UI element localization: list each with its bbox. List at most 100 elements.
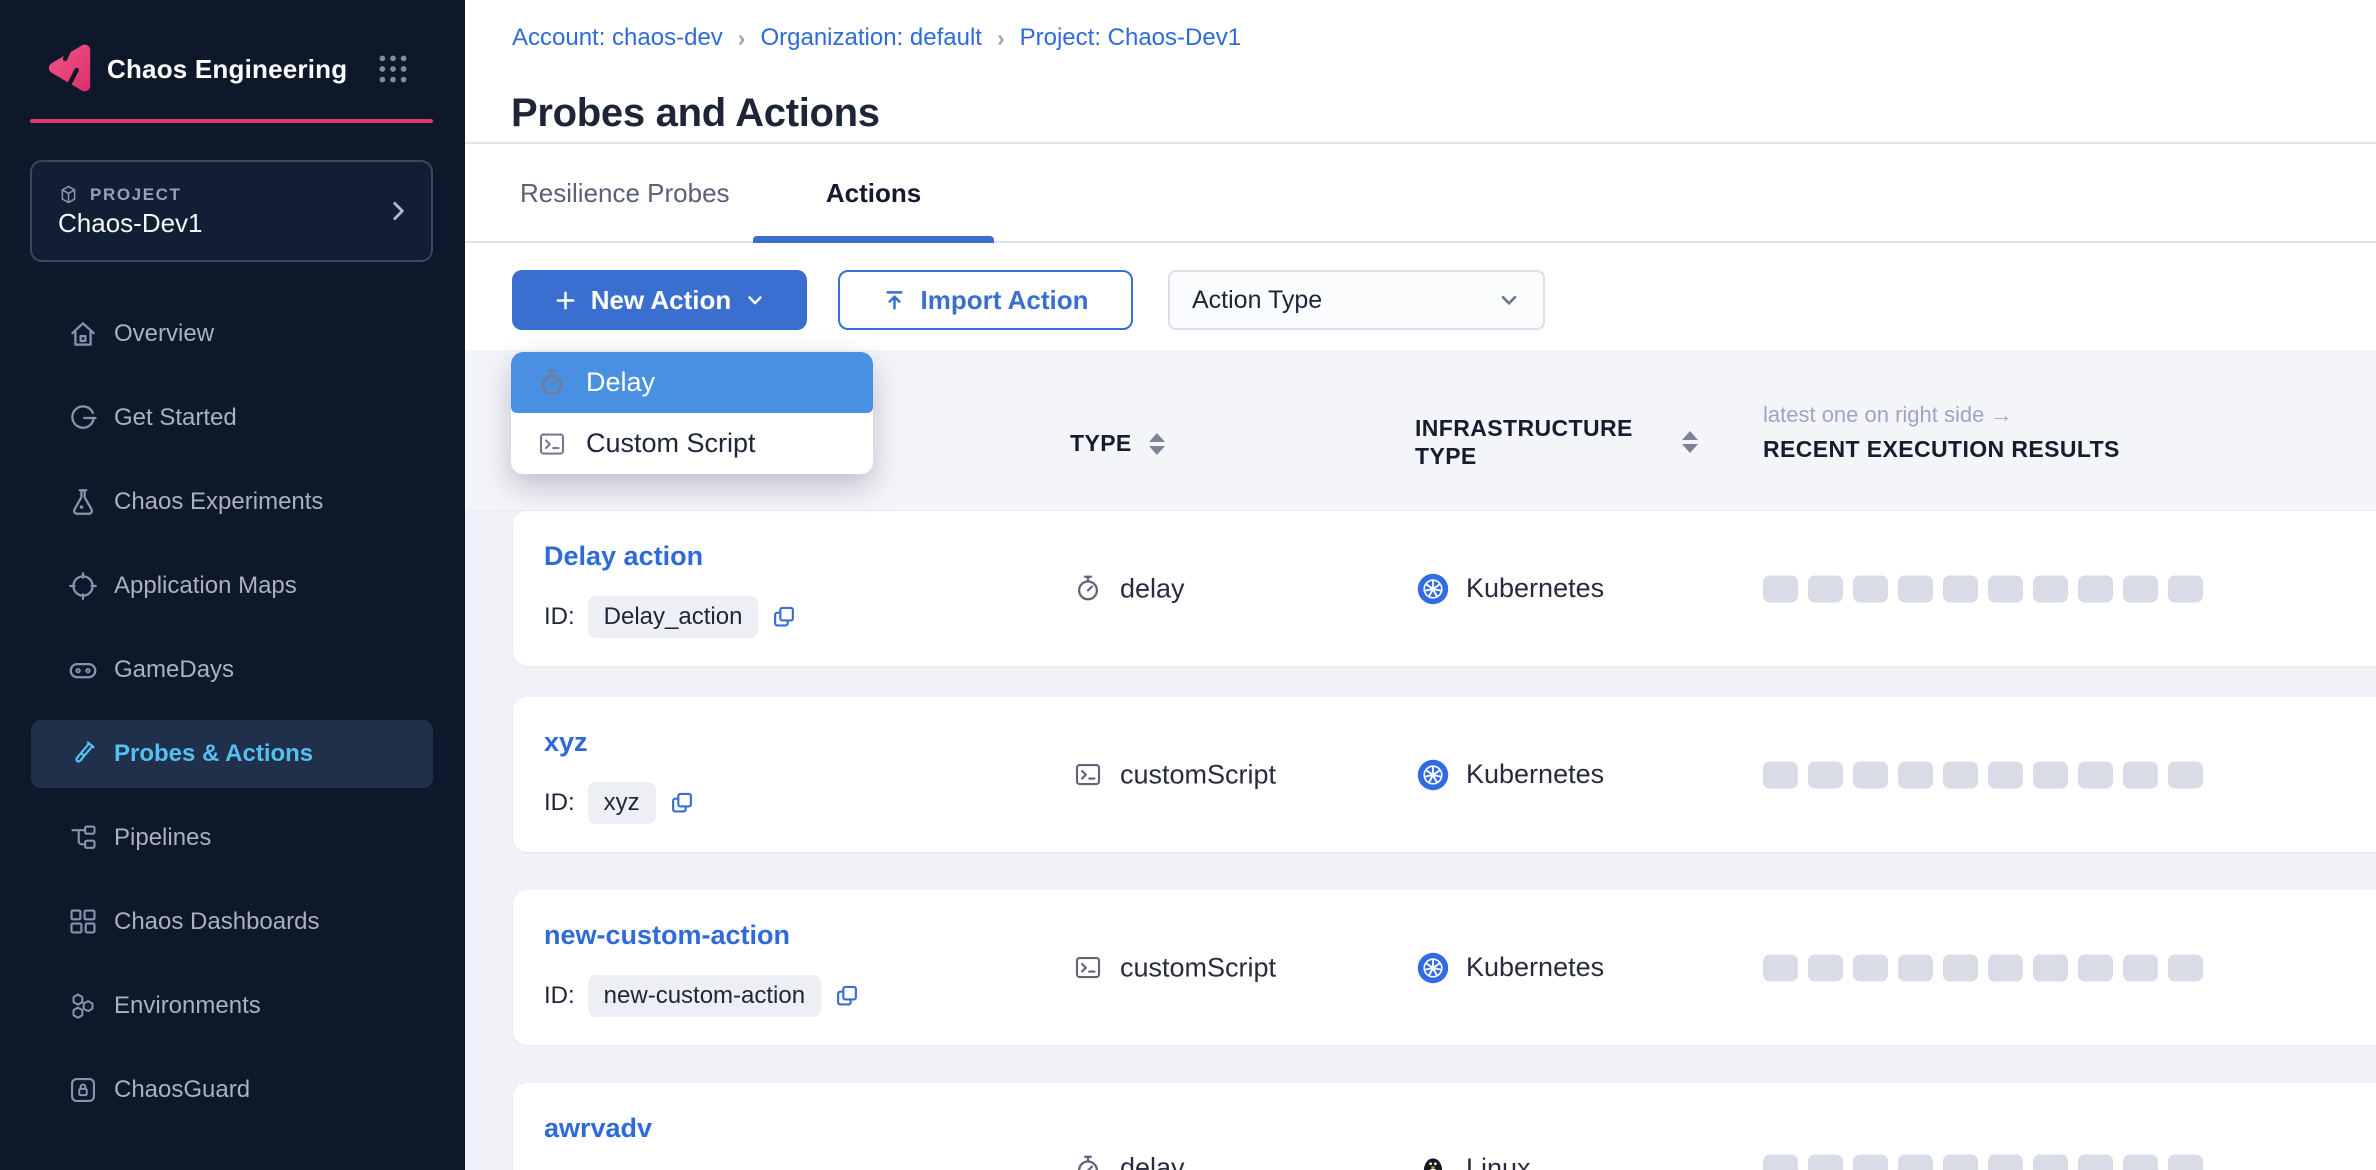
action-id-value: new-custom-action bbox=[588, 975, 821, 1017]
sidebar-item-chaos-experiments[interactable]: Chaos Experiments bbox=[31, 468, 433, 536]
execution-result-placeholder bbox=[2123, 575, 2158, 602]
sidebar-item-label: Application Maps bbox=[114, 572, 297, 600]
copy-icon[interactable] bbox=[669, 790, 695, 816]
new-action-button[interactable]: New Action bbox=[512, 270, 807, 330]
flask-icon bbox=[67, 486, 99, 518]
cube-icon bbox=[58, 184, 79, 205]
breadcrumb: Account: chaos-dev › Organization: defau… bbox=[512, 24, 1241, 52]
action-type-value: customScript bbox=[1120, 759, 1276, 790]
menu-item-delay[interactable]: Delay bbox=[511, 352, 873, 413]
action-type-filter[interactable]: Action Type bbox=[1168, 270, 1545, 330]
execution-result-placeholder bbox=[2168, 1155, 2203, 1170]
sidebar: Chaos Engineering PROJECT Chaos-Dev1 Ove… bbox=[0, 0, 465, 1170]
recent-execution-results bbox=[1763, 761, 2203, 788]
breadcrumb-account-link[interactable]: Account: chaos-dev bbox=[512, 24, 723, 52]
brand-accent-line bbox=[30, 119, 433, 123]
execution-result-placeholder bbox=[1763, 954, 1798, 981]
sort-icon[interactable] bbox=[1682, 431, 1698, 453]
sidebar-item-overview[interactable]: Overview bbox=[31, 300, 433, 368]
execution-result-placeholder bbox=[1898, 575, 1933, 602]
breadcrumb-organization-link[interactable]: Organization: default bbox=[760, 24, 981, 52]
stopwatch-icon bbox=[537, 368, 567, 398]
execution-result-placeholder bbox=[2168, 761, 2203, 788]
app-window: Chaos Engineering PROJECT Chaos-Dev1 Ove… bbox=[0, 0, 2376, 1170]
copy-icon[interactable] bbox=[771, 604, 797, 630]
table-row: Delay action ID: Delay_action delay bbox=[513, 511, 2376, 666]
breadcrumb-separator: › bbox=[738, 25, 746, 52]
new-action-label: New Action bbox=[591, 285, 732, 316]
sidebar-item-application-maps[interactable]: Application Maps bbox=[31, 552, 433, 620]
execution-result-placeholder bbox=[1853, 1155, 1888, 1170]
sidebar-item-label: Chaos Dashboards bbox=[114, 908, 319, 936]
action-type-value: customScript bbox=[1120, 952, 1276, 983]
type-icon-slot bbox=[1073, 953, 1103, 983]
dashboard-grid-icon bbox=[67, 906, 99, 938]
recent-execution-results bbox=[1763, 1155, 2203, 1170]
tab-resilience-probes[interactable]: Resilience Probes bbox=[520, 178, 730, 209]
action-type-filter-value: Action Type bbox=[1192, 286, 1497, 315]
sidebar-item-label: Overview bbox=[114, 320, 214, 348]
sidebar-item-chaos-dashboards[interactable]: Chaos Dashboards bbox=[31, 888, 433, 956]
table-row: xyz ID: xyz customScript Kubernete bbox=[513, 697, 2376, 852]
execution-result-placeholder bbox=[1853, 954, 1888, 981]
action-name-link[interactable]: xyz bbox=[544, 727, 588, 758]
import-action-button[interactable]: Import Action bbox=[838, 270, 1133, 330]
recent-execution-results bbox=[1763, 954, 2203, 981]
action-id-value: Delay_action bbox=[588, 596, 759, 638]
sidebar-item-probes-actions[interactable]: Probes & Actions bbox=[31, 720, 433, 788]
column-header-type: TYPE bbox=[1070, 430, 1165, 457]
execution-result-placeholder bbox=[2168, 954, 2203, 981]
execution-result-placeholder bbox=[2033, 761, 2068, 788]
type-icon-slot bbox=[1073, 760, 1103, 790]
execution-result-placeholder bbox=[2123, 1155, 2158, 1170]
execution-result-placeholder bbox=[1763, 1155, 1798, 1170]
sidebar-item-gamedays[interactable]: GameDays bbox=[31, 636, 433, 704]
chevron-down-icon bbox=[744, 289, 766, 311]
menu-item-label: Delay bbox=[586, 367, 655, 398]
target-icon bbox=[67, 570, 99, 602]
table-row: awrvadv ID: delay Linux bbox=[513, 1083, 2376, 1170]
copy-icon[interactable] bbox=[834, 983, 860, 1009]
sidebar-item-chaosguard[interactable]: ChaosGuard bbox=[31, 1056, 433, 1124]
execution-result-placeholder bbox=[1988, 761, 2023, 788]
module-grid-icon[interactable] bbox=[376, 52, 410, 86]
execution-result-placeholder bbox=[2078, 761, 2113, 788]
action-name-link[interactable]: new-custom-action bbox=[544, 920, 790, 951]
breadcrumb-separator: › bbox=[997, 25, 1005, 52]
terminal-icon bbox=[537, 429, 567, 459]
sidebar-item-label: Chaos Experiments bbox=[114, 488, 323, 516]
column-header-infrastructure-label: INFRASTRUCTURE TYPE bbox=[1415, 414, 1665, 470]
sidebar-item-label: ChaosGuard bbox=[114, 1076, 250, 1104]
tab-actions[interactable]: Actions bbox=[753, 178, 994, 209]
sidebar-item-label: GameDays bbox=[114, 656, 234, 684]
sidebar-item-get-started[interactable]: Get Started bbox=[31, 384, 433, 452]
sort-icon[interactable] bbox=[1149, 433, 1165, 455]
infrastructure-type-value: Kubernetes bbox=[1466, 573, 1604, 604]
infrastructure-type-value: Kubernetes bbox=[1466, 952, 1604, 983]
action-name-link[interactable]: Delay action bbox=[544, 541, 703, 572]
execution-result-placeholder bbox=[1898, 954, 1933, 981]
chevron-right-icon bbox=[385, 198, 411, 224]
sidebar-item-pipelines[interactable]: Pipelines bbox=[31, 804, 433, 872]
action-name-link[interactable]: awrvadv bbox=[544, 1113, 652, 1144]
execution-result-placeholder bbox=[1898, 761, 1933, 788]
execution-result-placeholder bbox=[1763, 575, 1798, 602]
action-id-value: xyz bbox=[588, 782, 656, 824]
execution-result-placeholder bbox=[2033, 954, 2068, 981]
gamepad-icon bbox=[67, 654, 99, 686]
menu-item-custom-script[interactable]: Custom Script bbox=[511, 413, 873, 474]
execution-result-placeholder bbox=[2078, 954, 2113, 981]
sidebar-item-environments[interactable]: Environments bbox=[31, 972, 433, 1040]
execution-result-placeholder bbox=[1943, 761, 1978, 788]
app-title: Chaos Engineering bbox=[107, 54, 347, 85]
infra-icon-slot bbox=[1417, 759, 1449, 791]
breadcrumb-project-link[interactable]: Project: Chaos-Dev1 bbox=[1020, 24, 1241, 52]
plus-icon bbox=[553, 288, 578, 313]
execution-result-placeholder bbox=[2123, 954, 2158, 981]
project-label: PROJECT bbox=[90, 185, 182, 205]
project-selector[interactable]: PROJECT Chaos-Dev1 bbox=[30, 160, 433, 262]
sidebar-nav: Overview Get Started Chaos Experiments A… bbox=[0, 300, 465, 1140]
execution-result-placeholder bbox=[1763, 761, 1798, 788]
action-type-value: delay bbox=[1120, 1153, 1185, 1170]
recent-execution-results bbox=[1763, 575, 2203, 602]
